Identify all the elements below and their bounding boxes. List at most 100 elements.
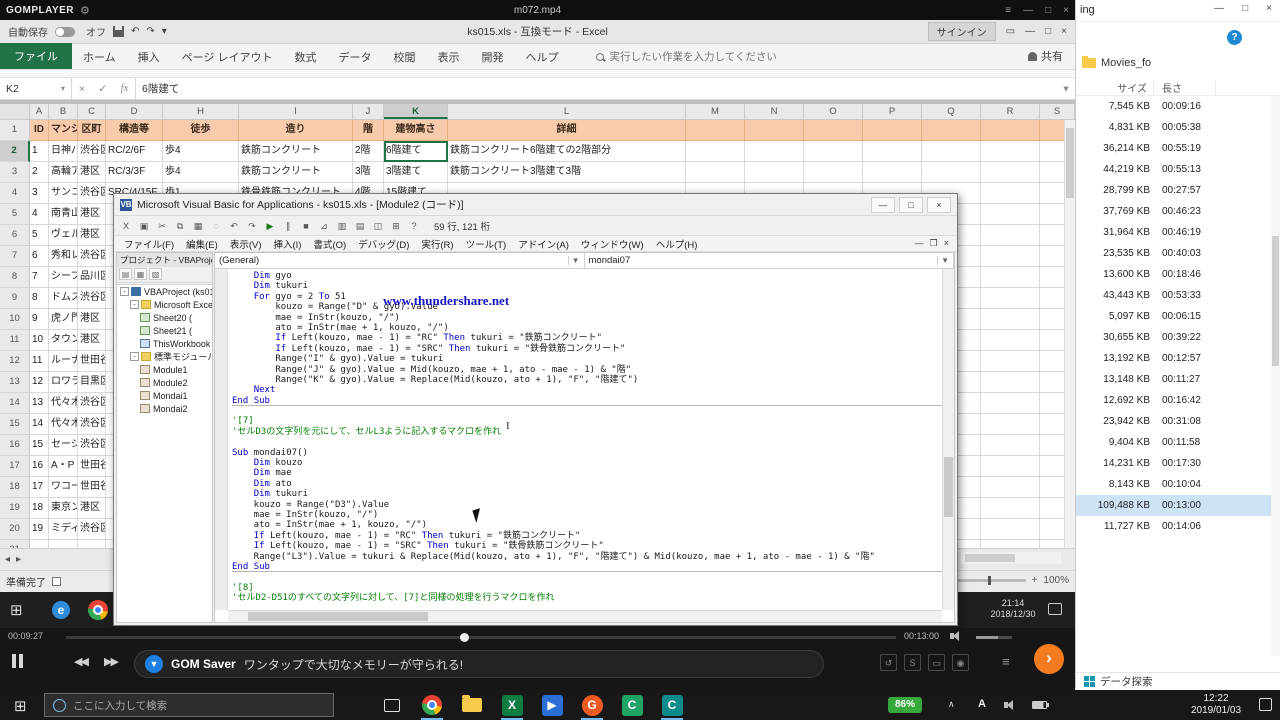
grid-cell[interactable]: ミディ bbox=[49, 519, 78, 540]
grid-cell[interactable] bbox=[686, 141, 745, 162]
zoom-level[interactable]: 100% bbox=[1043, 575, 1069, 586]
task-view-icon[interactable] bbox=[372, 690, 412, 720]
file-row[interactable]: 12,692 KB00:16:42 bbox=[1076, 390, 1272, 411]
column-header-I[interactable]: I bbox=[239, 104, 353, 119]
battery-saver-badge[interactable]: 86% bbox=[888, 697, 922, 713]
vba-child-minimize-icon[interactable]: — bbox=[915, 238, 924, 249]
gom-player-icon[interactable]: G bbox=[572, 690, 612, 720]
grid-cell[interactable] bbox=[981, 120, 1040, 141]
grid-cell[interactable]: 代々木 bbox=[49, 414, 78, 435]
grid-cell[interactable] bbox=[863, 120, 922, 141]
grid-cell[interactable]: 11 bbox=[30, 351, 49, 372]
grid-cell[interactable]: 16 bbox=[30, 456, 49, 477]
grid-cell[interactable]: セージ bbox=[49, 435, 78, 456]
grid-cell[interactable]: 3階建て bbox=[384, 162, 448, 183]
menu-item[interactable]: ツール(T) bbox=[460, 237, 513, 251]
grid-cell[interactable] bbox=[804, 141, 863, 162]
row-header-12[interactable]: 12 bbox=[0, 351, 30, 372]
grid-cell[interactable]: 7 bbox=[30, 267, 49, 288]
volume-slider[interactable] bbox=[976, 636, 1012, 639]
grid-cell[interactable]: 港区 bbox=[78, 204, 106, 225]
capture-icon[interactable]: ◉ bbox=[952, 654, 969, 671]
toolbox-icon[interactable]: ⊞ bbox=[388, 218, 404, 233]
grid-cell[interactable] bbox=[981, 414, 1040, 435]
break-icon[interactable]: ∥ bbox=[280, 218, 296, 233]
file-row[interactable]: 7,545 KB00:09:16 bbox=[1076, 96, 1272, 117]
file-row[interactable]: 11,727 KB00:14:06 bbox=[1076, 516, 1272, 537]
menu-item[interactable]: ファイル(F) bbox=[118, 237, 180, 251]
column-header-R[interactable]: R bbox=[981, 104, 1040, 119]
grid-cell[interactable] bbox=[981, 141, 1040, 162]
grid-cell[interactable]: 港区 bbox=[78, 498, 106, 519]
code-editor[interactable]: Dim gyo Dim tukuri For gyo = 2 To 51 kou… bbox=[228, 269, 942, 610]
tree-item[interactable]: -VBAProject (ks015.xls) bbox=[117, 285, 212, 298]
playlist-icon[interactable]: ≡ bbox=[1002, 655, 1010, 668]
file-row[interactable]: 13,600 KB00:18:46 bbox=[1076, 264, 1272, 285]
menu-item[interactable]: 挿入(I) bbox=[267, 237, 307, 251]
row-header-11[interactable]: 11 bbox=[0, 330, 30, 351]
grid-cell[interactable]: 虎ノ門 bbox=[49, 309, 78, 330]
grid-cell[interactable] bbox=[49, 540, 78, 548]
action-center-icon[interactable] bbox=[1259, 698, 1272, 711]
macro-record-icon[interactable] bbox=[52, 577, 61, 586]
tree-item[interactable]: Sheet20 ( bbox=[117, 311, 212, 324]
grid-cell[interactable]: 4 bbox=[30, 204, 49, 225]
grid-cell[interactable]: 渋谷区 bbox=[78, 183, 106, 204]
start-button[interactable]: ⊞ bbox=[14, 697, 27, 715]
tray-chevron-icon[interactable]: ∧ bbox=[948, 699, 955, 710]
file-manager-titlebar[interactable]: ing — □ × bbox=[1076, 0, 1280, 22]
view-code-icon[interactable]: ▤ bbox=[119, 268, 132, 280]
grid-cell[interactable]: 港区 bbox=[78, 162, 106, 183]
signin-button[interactable]: サインイン bbox=[928, 22, 996, 41]
close-button[interactable]: × bbox=[1063, 5, 1069, 16]
grid-cell[interactable]: 5 bbox=[30, 225, 49, 246]
grid-cell[interactable] bbox=[981, 267, 1040, 288]
object-dropdown[interactable]: (General) ▼ bbox=[215, 253, 585, 268]
tab-8[interactable]: 開発 bbox=[471, 45, 515, 69]
grid-cell[interactable]: 港区 bbox=[78, 330, 106, 351]
row-header-6[interactable]: 6 bbox=[0, 225, 30, 246]
file-row[interactable]: 13,192 KB00:12:57 bbox=[1076, 348, 1272, 369]
grid-cell[interactable]: 鉄筋コンクリート6階建ての2階部分 bbox=[448, 141, 686, 162]
grid-cell[interactable]: 鉄筋コンクリート3階建て3階 bbox=[448, 162, 686, 183]
grid-cell[interactable] bbox=[981, 246, 1040, 267]
file-row[interactable]: 31,964 KB00:46:19 bbox=[1076, 222, 1272, 243]
row-header-19[interactable]: 19 bbox=[0, 498, 30, 519]
grid-cell[interactable]: 品川区 bbox=[78, 267, 106, 288]
seek-bar[interactable] bbox=[66, 636, 896, 639]
formula-expand-icon[interactable]: ▾ bbox=[1057, 78, 1075, 99]
file-row[interactable]: 109,488 KB00:13:00 bbox=[1076, 495, 1272, 516]
grid-cell[interactable]: 18 bbox=[30, 498, 49, 519]
tab-0[interactable]: ファイル bbox=[0, 43, 72, 69]
grid-cell[interactable] bbox=[30, 540, 49, 548]
name-box-dropdown-icon[interactable]: ▾ bbox=[61, 84, 65, 93]
fm-close-button[interactable]: × bbox=[1266, 3, 1272, 14]
file-row[interactable]: 5,097 KB00:06:15 bbox=[1076, 306, 1272, 327]
grid-cell[interactable]: 港区 bbox=[78, 309, 106, 330]
grid-cell[interactable] bbox=[863, 141, 922, 162]
vba-titlebar[interactable]: VB Microsoft Visual Basic for Applicatio… bbox=[114, 194, 957, 216]
cut-icon[interactable]: ✂ bbox=[154, 218, 170, 233]
file-row[interactable]: 43,443 KB00:53:33 bbox=[1076, 285, 1272, 306]
column-header-P[interactable]: P bbox=[863, 104, 922, 119]
grid-cell[interactable] bbox=[981, 351, 1040, 372]
help-icon[interactable]: ? bbox=[406, 218, 422, 233]
grid-cell[interactable]: 歩4 bbox=[163, 141, 239, 162]
vba-minimize-button[interactable]: — bbox=[871, 197, 895, 213]
grid-cell[interactable]: 渋谷区 bbox=[78, 288, 106, 309]
grid-cell[interactable]: 世田谷 bbox=[78, 456, 106, 477]
grid-cell[interactable] bbox=[981, 435, 1040, 456]
menu-item[interactable]: 書式(O) bbox=[307, 237, 352, 251]
grid-cell[interactable]: 2階 bbox=[353, 141, 384, 162]
help-icon[interactable]: ? bbox=[1227, 30, 1242, 45]
grid-cell[interactable]: 3階 bbox=[353, 162, 384, 183]
view-excel-icon[interactable]: X bbox=[118, 218, 134, 233]
previous-button[interactable]: ◀◀ bbox=[74, 655, 87, 668]
properties-window-icon[interactable]: ▤ bbox=[352, 218, 368, 233]
maximize-button[interactable]: □ bbox=[1045, 5, 1051, 16]
fm-maximize-button[interactable]: □ bbox=[1242, 3, 1248, 14]
toggle-folders-icon[interactable]: ▧ bbox=[149, 268, 162, 280]
share-button[interactable]: 共有 bbox=[1028, 48, 1075, 69]
grid-cell[interactable]: マンション名 bbox=[49, 120, 78, 141]
file-explorer-icon[interactable] bbox=[452, 690, 492, 720]
